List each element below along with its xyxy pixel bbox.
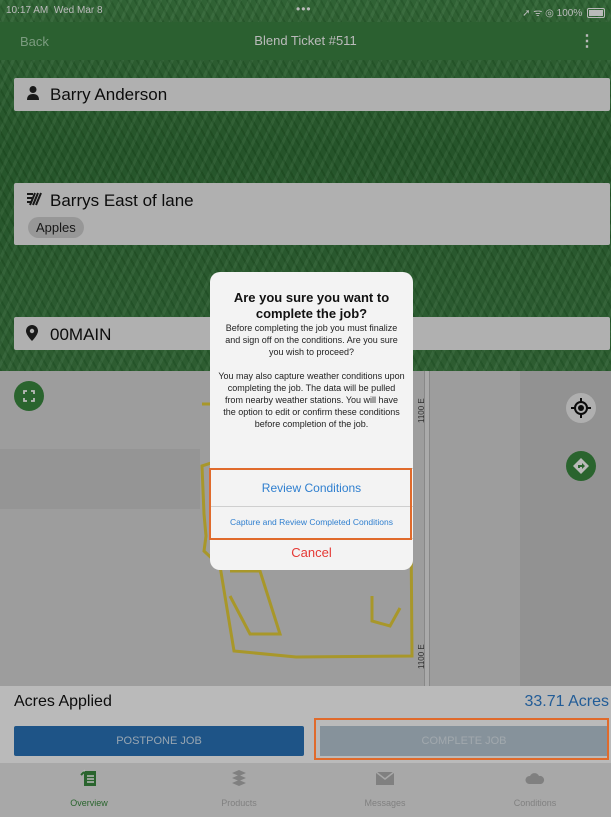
- dialog-message: Before completing the job you must final…: [218, 323, 405, 429]
- complete-job-highlight: [314, 718, 609, 760]
- dialog-actions-highlight: [209, 468, 412, 540]
- cancel-button[interactable]: Cancel: [210, 545, 413, 560]
- dialog-title: Are you sure you want to complete the jo…: [233, 290, 390, 321]
